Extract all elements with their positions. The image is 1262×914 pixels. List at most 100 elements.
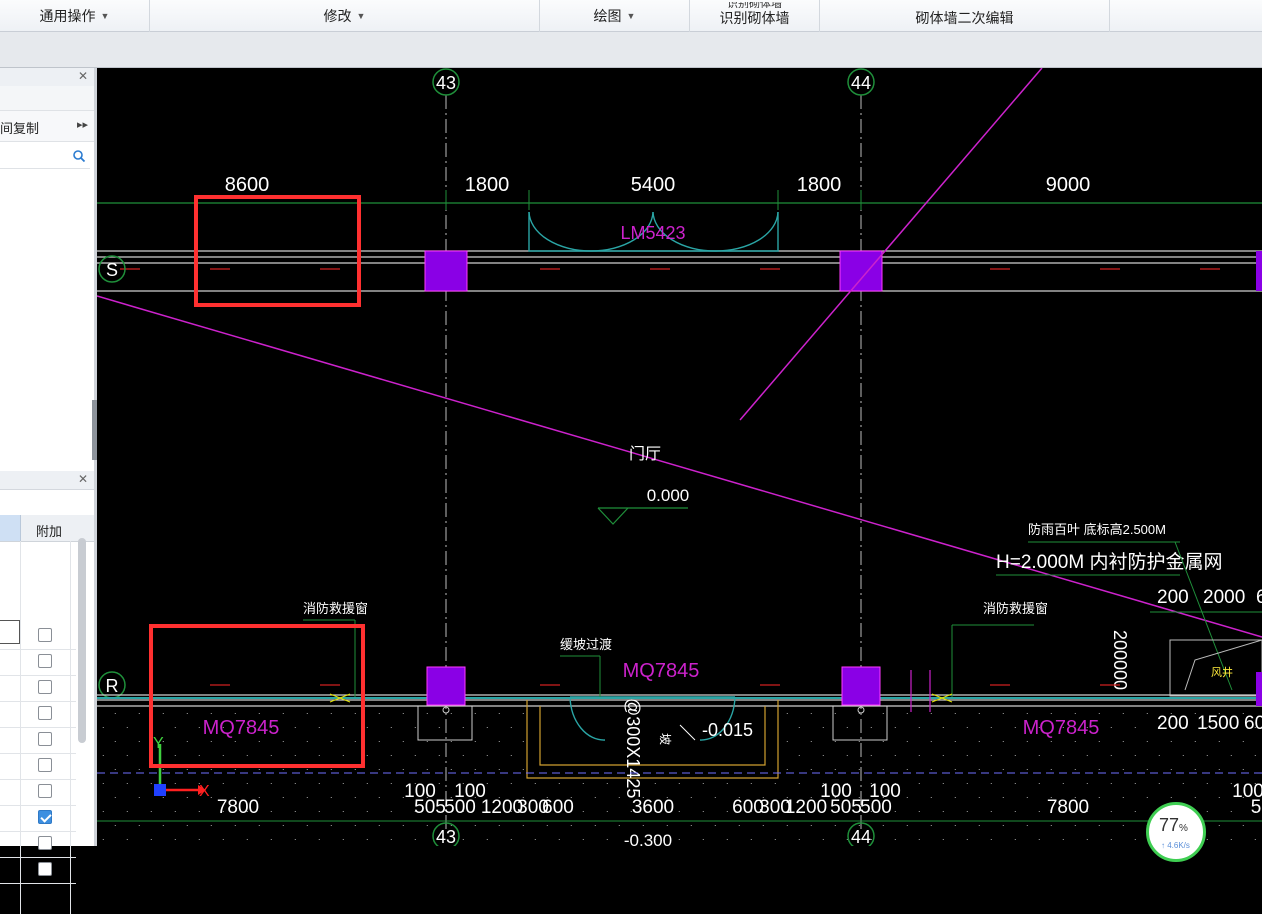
hatch-mark: ·: [150, 778, 153, 788]
ribbon-group-general[interactable]: 通用操作 ▼: [0, 0, 150, 32]
hatch-mark: ·: [1014, 778, 1017, 788]
hatch-mark: ·: [1014, 834, 1017, 844]
hatch-mark: ·: [1158, 750, 1161, 760]
attached-checkbox[interactable]: [38, 680, 52, 694]
wall-label-right: MQ7845: [1023, 717, 1100, 739]
table-row[interactable]: [0, 805, 76, 832]
hatch-mark: ·: [390, 806, 393, 816]
attached-checkbox[interactable]: [38, 758, 52, 772]
scrollbar[interactable]: [78, 538, 86, 743]
table-row[interactable]: [0, 649, 76, 676]
table-row[interactable]: [0, 857, 76, 884]
hatch-mark: ·: [978, 792, 981, 802]
hatch-mark: ·: [1218, 736, 1221, 746]
hatch-mark: ·: [522, 764, 525, 774]
hatch-mark: ·: [954, 792, 957, 802]
ribbon-group-identify-wall[interactable]: 识别砌体墙 识别砌体墙: [690, 0, 820, 32]
hatch-mark: ·: [1002, 764, 1005, 774]
hatch-mark: ·: [606, 778, 609, 788]
hatch-mark: ·: [270, 806, 273, 816]
table-row[interactable]: [0, 701, 76, 728]
hatch-mark: ·: [1194, 792, 1197, 802]
hatch-mark: ·: [834, 708, 837, 718]
column-header-attached[interactable]: 附加: [24, 521, 74, 540]
hatch-mark: ·: [486, 750, 489, 760]
table-row[interactable]: [0, 753, 76, 780]
hatch-mark: ·: [1098, 792, 1101, 802]
attached-checkbox[interactable]: [38, 628, 52, 642]
table-row[interactable]: [0, 675, 76, 702]
hatch-mark: ·: [966, 750, 969, 760]
hatch-mark: ·: [966, 722, 969, 732]
ribbon-group-wall-edit[interactable]: 砌体墙二次编辑: [820, 0, 1110, 32]
hatch-mark: ·: [522, 736, 525, 746]
hatch-mark: ·: [1062, 834, 1065, 844]
elevation-low: -0.015: [702, 720, 753, 740]
search-input[interactable]: [0, 146, 90, 169]
hatch-mark: ·: [186, 792, 189, 802]
hatch-mark: ·: [1206, 834, 1209, 844]
attached-checkbox[interactable]: [38, 862, 52, 876]
table-row[interactable]: [0, 779, 76, 806]
hatch-mark: ·: [414, 722, 417, 732]
copy-row[interactable]: 间复制 ▸▸: [0, 111, 94, 142]
attached-checkbox[interactable]: [38, 836, 52, 850]
attached-checkbox[interactable]: [38, 654, 52, 668]
table-row[interactable]: [0, 727, 76, 754]
hatch-mark: ·: [126, 834, 129, 844]
double-chevron-right-icon[interactable]: ▸▸: [77, 118, 88, 131]
chevron-down-icon: ▼: [100, 11, 110, 21]
note-rescue-window-2: 消防救援窗: [983, 601, 1048, 616]
hatch-mark: ·: [1110, 778, 1113, 788]
close-icon[interactable]: ✕: [78, 472, 88, 486]
ribbon-group-draw[interactable]: 绘图 ▼: [540, 0, 690, 32]
svg-text:43: 43: [436, 73, 456, 93]
attached-checkbox[interactable]: [38, 732, 52, 746]
hatch-mark: ·: [1182, 750, 1185, 760]
svg-text:7800: 7800: [1047, 797, 1089, 818]
hatch-mark: ·: [486, 722, 489, 732]
panel-header: ✕: [0, 68, 94, 87]
hatch-mark: ·: [198, 722, 201, 732]
column-43-s[interactable]: [424, 250, 468, 292]
cell-editor[interactable]: [0, 620, 20, 644]
dim-text: 1800: [797, 174, 842, 196]
hatch-mark: ·: [1086, 750, 1089, 760]
hatch-mark: ·: [750, 778, 753, 788]
hatch-mark: ·: [390, 750, 393, 760]
hatch-mark: ·: [1086, 834, 1089, 844]
hatch-mark: ·: [882, 736, 885, 746]
close-icon[interactable]: ✕: [78, 69, 88, 83]
column-44-r[interactable]: [841, 666, 881, 706]
hatch-mark: ·: [786, 736, 789, 746]
search-icon[interactable]: [72, 149, 86, 163]
note-rescue-window-1: 消防救援窗: [303, 601, 368, 616]
cad-canvas[interactable]: · · · · · · · · · · · · · · · · · · · · · · · · · · · · · · · · · · · · · · · ·…: [97, 68, 1262, 846]
hatch-mark: ·: [1002, 736, 1005, 746]
svg-text:505: 505: [414, 797, 446, 818]
hatch-mark: ·: [1254, 750, 1257, 760]
svg-text:200: 200: [1157, 587, 1189, 608]
table-row[interactable]: [0, 831, 76, 858]
hatch-mark: ·: [294, 750, 297, 760]
hatch-mark: ·: [450, 736, 453, 746]
hatch-mark: ·: [282, 708, 285, 718]
svg-text:6: 6: [1256, 587, 1262, 608]
attached-checkbox[interactable]: [38, 706, 52, 720]
column-44-s[interactable]: [839, 250, 883, 292]
hatch-mark: ·: [930, 736, 933, 746]
column-43-r[interactable]: [426, 666, 466, 706]
hatch-mark: ·: [402, 708, 405, 718]
attached-checkbox[interactable]: [38, 784, 52, 798]
hatch-mark: ·: [150, 834, 153, 844]
left-panel: ✕ 间复制 ▸▸ ✕ 附加: [0, 68, 96, 914]
hatch-mark: ·: [798, 834, 801, 844]
wall-label-center: MQ7845: [623, 660, 700, 682]
hatch-mark: ·: [210, 792, 213, 802]
hatch-mark: ·: [822, 750, 825, 760]
elevation-text: 0.000: [647, 486, 690, 505]
ribbon-group-modify[interactable]: 修改 ▼: [150, 0, 540, 32]
attached-checkbox[interactable]: [38, 810, 52, 824]
network-speed-widget[interactable]: 77% ↑ 4.6K/s: [1146, 802, 1206, 862]
selected-column-header[interactable]: [0, 515, 21, 541]
